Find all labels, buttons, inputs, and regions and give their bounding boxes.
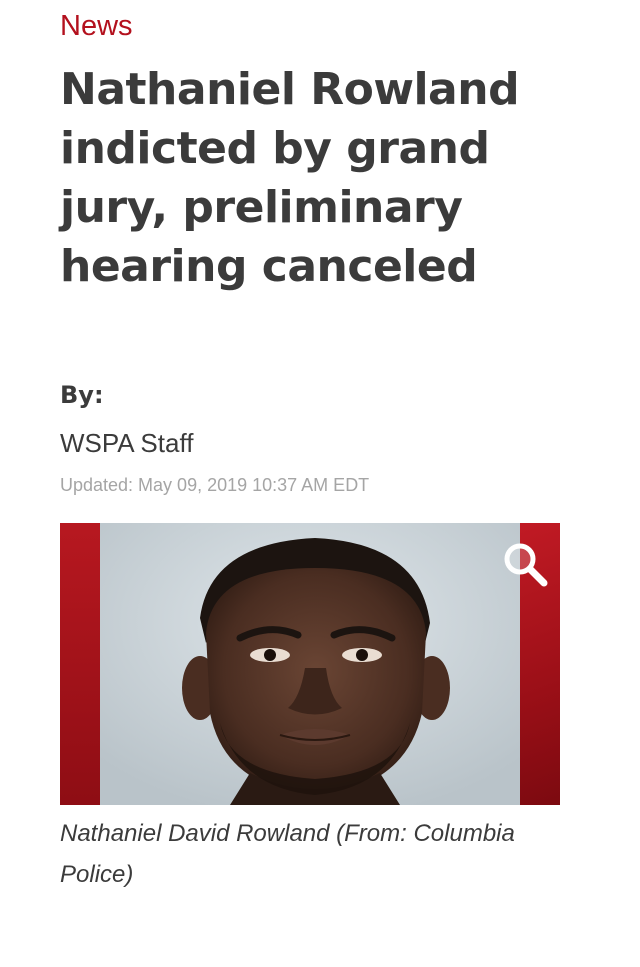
updated-timestamp: Updated: May 09, 2019 10:37 AM EDT	[60, 475, 370, 495]
byline-label: By:	[60, 381, 104, 409]
mugshot-photo	[100, 523, 520, 805]
section-link-news[interactable]: News	[60, 8, 133, 44]
magnifier-icon	[504, 543, 548, 587]
zoom-button[interactable]	[502, 541, 548, 587]
author-name[interactable]: WSPA Staff	[60, 427, 193, 459]
image-backdrop-left	[60, 523, 100, 805]
article-headline: Nathaniel Rowland indicted by grand jury…	[60, 64, 520, 292]
image-caption: Nathaniel David Rowland (From: Columbia …	[60, 820, 515, 888]
article-image[interactable]	[60, 523, 560, 805]
